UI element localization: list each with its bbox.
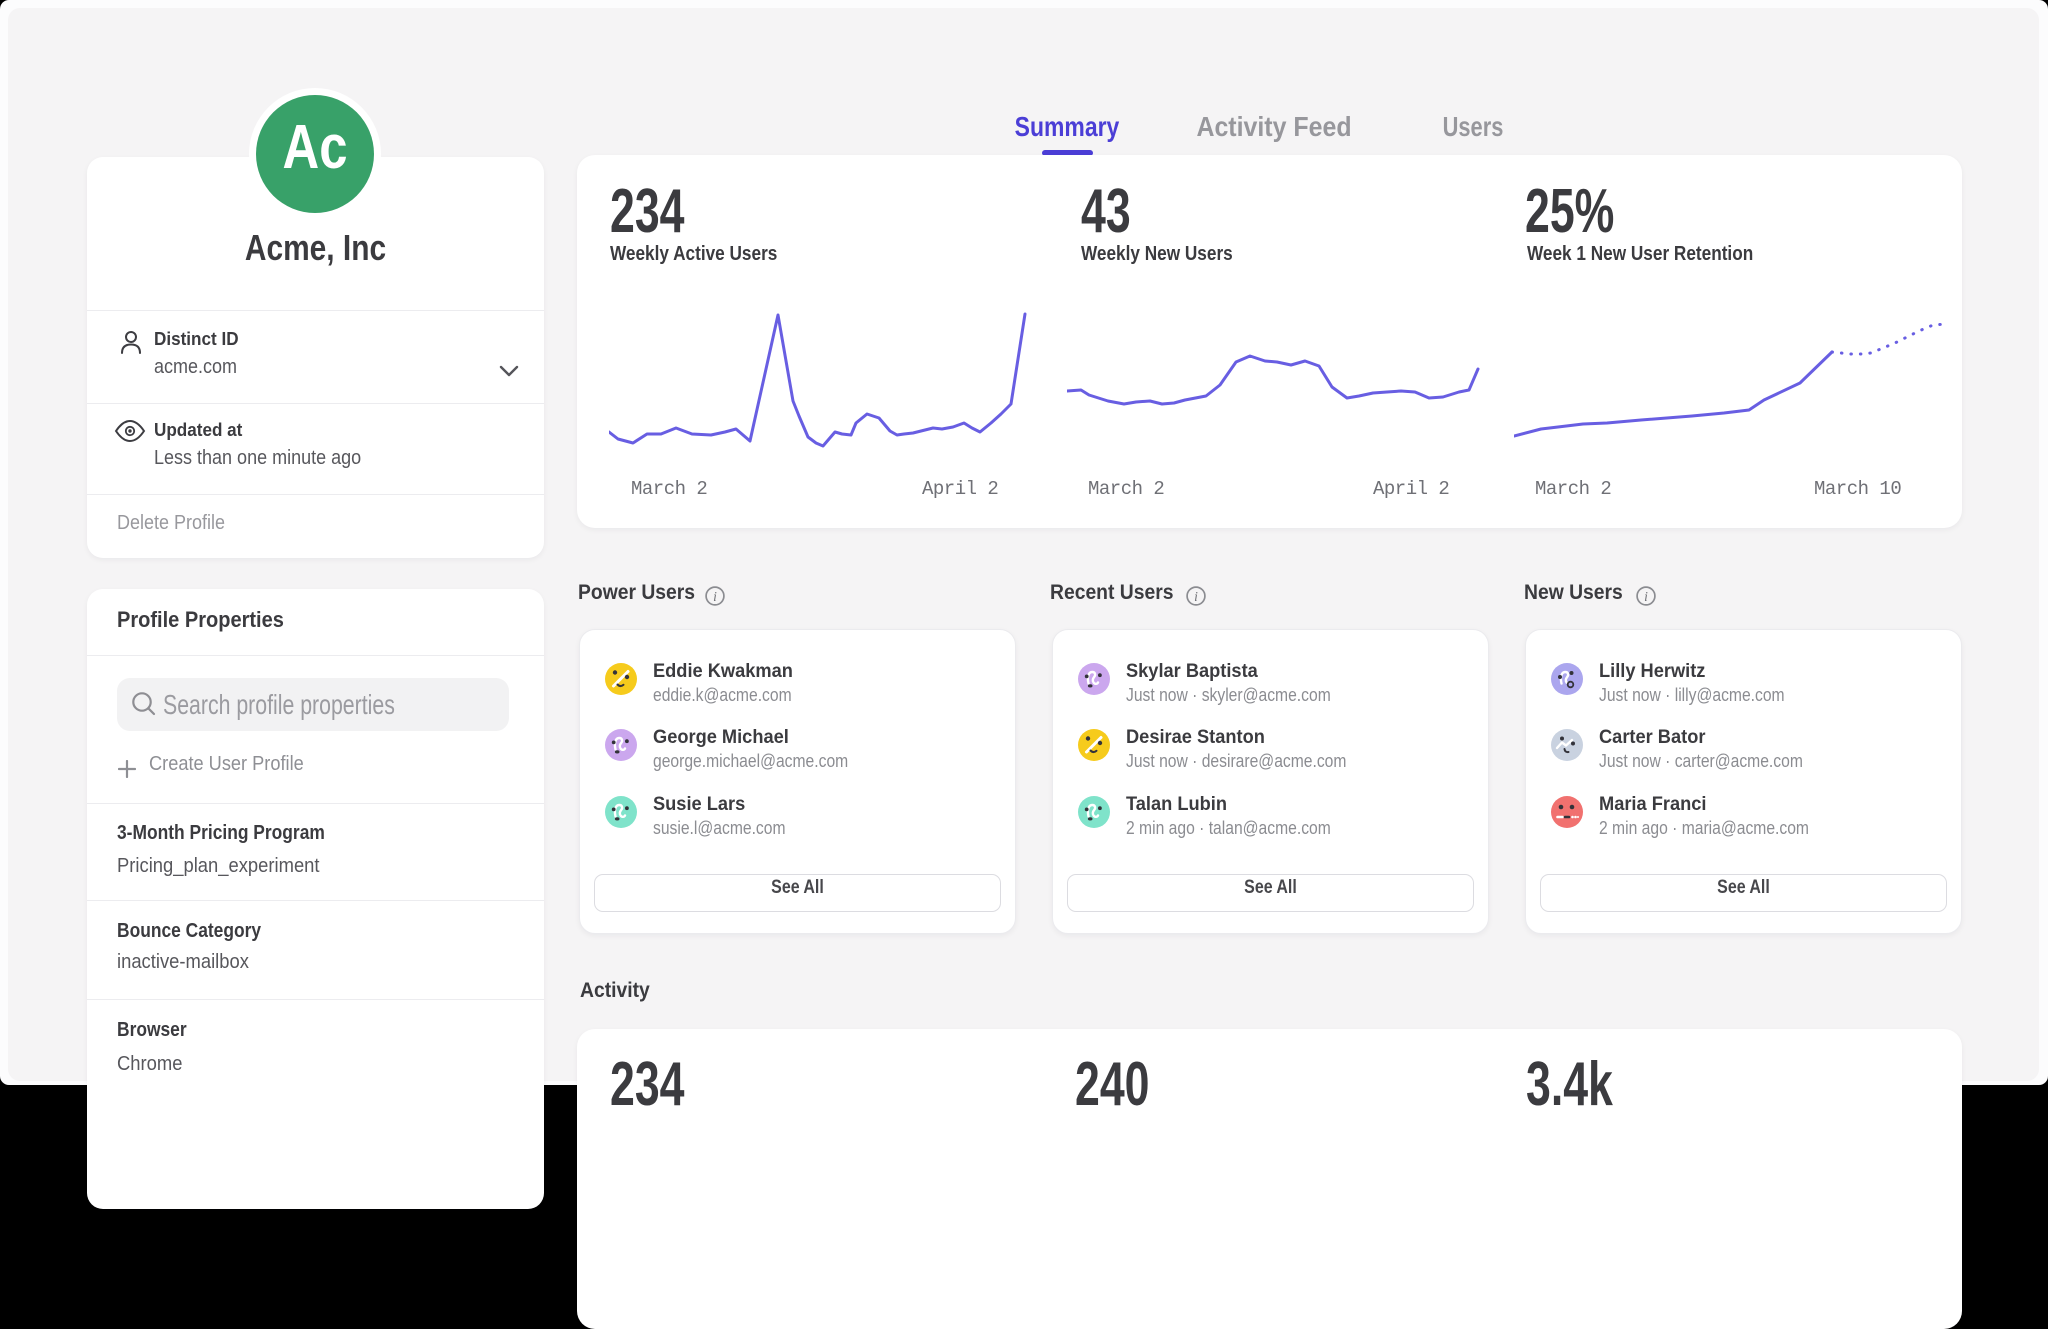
svg-text:i: i xyxy=(713,589,717,604)
svg-text:i: i xyxy=(1644,589,1648,604)
svg-text:i: i xyxy=(1194,589,1198,604)
